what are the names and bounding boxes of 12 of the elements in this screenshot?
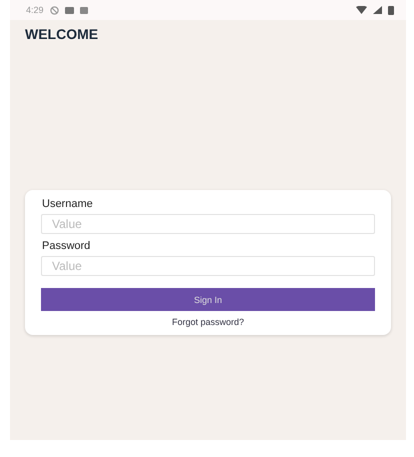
- field-label: Password: [42, 240, 92, 252]
- input-field[interactable]: Value: [41, 214, 375, 234]
- dnd-icon: [50, 6, 59, 14]
- battery-icon: [388, 6, 394, 14]
- signal-icon: [373, 6, 382, 14]
- sign-in-button[interactable]: Sign In: [41, 288, 375, 311]
- status-time: 4:29: [26, 5, 44, 15]
- forgot-password-link[interactable]: Forgot password?: [172, 317, 244, 327]
- input-field[interactable]: Value: [41, 256, 375, 276]
- wifi-icon: [356, 6, 367, 14]
- page-title: WELCOME: [25, 26, 100, 42]
- field-label: Username: [42, 198, 94, 210]
